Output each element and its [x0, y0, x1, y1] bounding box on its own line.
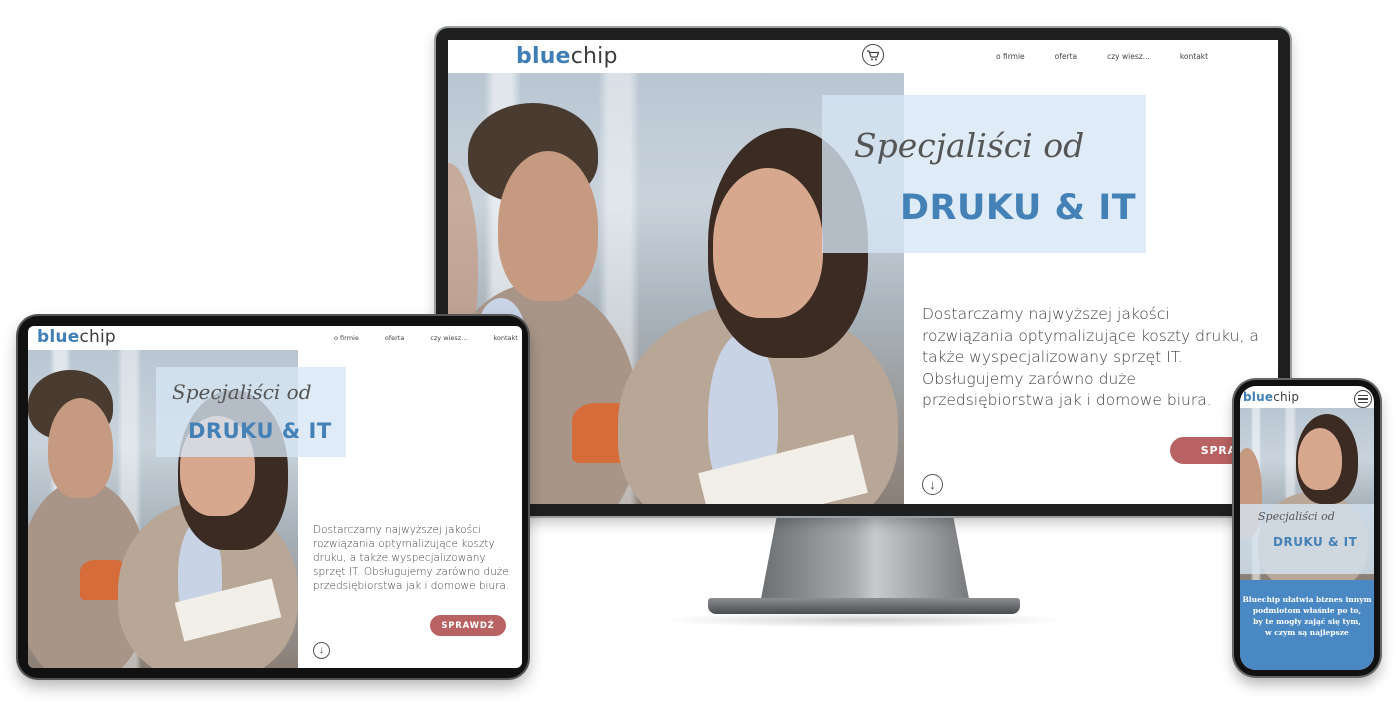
hero-script-line: Specjaliści od [1258, 510, 1335, 523]
logo[interactable]: bluechip [1243, 390, 1299, 404]
tablet-device: bluechip o firmie oferta czy wiesz... ko… [18, 316, 528, 678]
hero-headline: DRUKU & IT [900, 188, 1137, 228]
nav-oferta[interactable]: oferta [385, 334, 404, 342]
nav-o-firmie[interactable]: o firmie [996, 52, 1025, 61]
main-nav: o firmie oferta czy wiesz... kontakt [334, 334, 518, 342]
man-face [48, 398, 113, 498]
phone-device: bluechip Specjaliści od DRUKU & IT Bluec… [1234, 380, 1380, 676]
hero-description: Dostarczamy najwyższej jakości rozwiązan… [922, 305, 1259, 409]
logo[interactable]: bluechip [516, 44, 618, 69]
tablet-screen: bluechip o firmie oferta czy wiesz... ko… [28, 326, 522, 668]
hero-script-line: Specjaliści od [172, 380, 312, 404]
hero-headline: DRUKU & IT [1273, 535, 1358, 549]
nav-czy-wiesz[interactable]: czy wiesz... [1107, 52, 1150, 61]
monitor-stand-neck [760, 516, 970, 604]
tagline-line-1: Bluechip ułatwia biznes innym [1242, 595, 1372, 604]
hero-script-line: Specjaliści od [854, 126, 1085, 165]
woman-face [1298, 428, 1342, 490]
arrow-down-icon[interactable]: ↓ [313, 642, 330, 659]
monitor-device: bluechip o firmie oferta czy wiesz... ko… [436, 28, 1290, 516]
man-face [498, 151, 598, 301]
main-nav: o firmie oferta czy wiesz... kontakt [996, 52, 1208, 61]
tagline-line-2: podmiotom właśnie po to, [1252, 606, 1362, 615]
monitor-screen: bluechip o firmie oferta czy wiesz... ko… [448, 40, 1278, 504]
tagline-line-3: by te mogły zająć się tym, [1253, 617, 1361, 626]
nav-oferta[interactable]: oferta [1055, 52, 1077, 61]
phone-screen: bluechip Specjaliści od DRUKU & IT Bluec… [1240, 386, 1374, 670]
nav-czy-wiesz[interactable]: czy wiesz... [430, 334, 467, 342]
cta-button[interactable]: SPRAWDŹ [430, 615, 506, 636]
nav-o-firmie[interactable]: o firmie [334, 334, 359, 342]
hero-description: Dostarczamy najwyższej jakości rozwiązan… [313, 524, 510, 592]
hero-box [822, 95, 1146, 253]
monitor-stand-base [708, 598, 1020, 614]
monitor-shadow [660, 612, 1070, 628]
arrow-down-icon[interactable]: ↓ [922, 474, 943, 495]
logo[interactable]: bluechip [37, 327, 116, 347]
hamburger-menu-icon[interactable] [1354, 390, 1372, 408]
woman-face [713, 168, 823, 318]
hero-headline: DRUKU & IT [188, 419, 332, 443]
tagline-line-4: w czym są najlepsze [1265, 628, 1349, 637]
cart-icon[interactable] [862, 44, 884, 66]
nav-kontakt[interactable]: kontakt [1180, 52, 1208, 61]
nav-kontakt[interactable]: kontakt [493, 334, 517, 342]
phone-tagline: Bluechip ułatwia biznes innym podmiotom … [1242, 594, 1372, 638]
